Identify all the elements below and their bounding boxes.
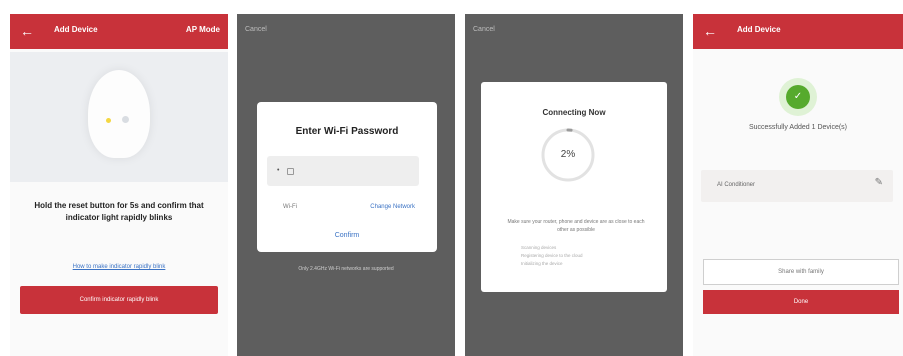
password-value: •: [277, 167, 280, 174]
arrow-left-icon[interactable]: ←: [20, 22, 34, 40]
page-title: Add Device: [737, 25, 781, 34]
card-title: Connecting Now: [542, 108, 606, 117]
screen-added-success: ← Add Device ✓ Successfully Added 1 Devi…: [693, 14, 903, 356]
success-badge: ✓: [779, 78, 817, 116]
device-image: [88, 70, 150, 158]
step-list: Scanning devices Registering device to t…: [521, 244, 651, 268]
confirm-button[interactable]: Confirm: [257, 232, 437, 239]
progress-percent: 2%: [560, 149, 576, 160]
change-network-link[interactable]: Change Network: [370, 204, 415, 210]
mode-switch-link[interactable]: AP Mode: [186, 25, 220, 34]
screen-wifi-password: Cancel Enter Wi-Fi Password • Wi-Fi Chan…: [237, 14, 455, 356]
dialog-title: Enter Wi-Fi Password: [295, 126, 399, 137]
screen-connecting: Cancel Connecting Now 2% Make sure your …: [465, 14, 683, 356]
lock-icon: [287, 168, 294, 175]
page-title: Add Device: [54, 25, 98, 34]
pencil-icon[interactable]: ✎: [875, 177, 883, 188]
instruction-text: Hold the reset button for 5s and confirm…: [34, 201, 204, 222]
footer-note: Only 2.4GHz Wi-Fi networks are supported: [298, 266, 394, 272]
device-name: AI Conditioner: [717, 182, 756, 188]
screen-add-device-ap-mode: ← Add Device AP Mode Hold the reset butt…: [10, 14, 228, 356]
wifi-password-dialog: Enter Wi-Fi Password • Wi-Fi Change Netw…: [257, 102, 437, 252]
device-illustration: [10, 52, 228, 182]
reset-button-icon: [122, 116, 129, 123]
share-family-button[interactable]: Share with family: [703, 259, 899, 285]
done-button[interactable]: Done: [703, 290, 899, 314]
arrow-left-icon[interactable]: ←: [703, 22, 717, 40]
step-item: Initializing the device: [521, 261, 563, 266]
device-row[interactable]: AI Conditioner ✎: [701, 170, 893, 202]
success-message: Successfully Added 1 Device(s): [748, 124, 848, 131]
confirm-blink-button[interactable]: Confirm indicator rapidly blink: [20, 286, 218, 314]
cancel-link[interactable]: Cancel: [473, 26, 495, 33]
app-bar: ← Add Device AP Mode: [10, 14, 228, 49]
connection-hint: Make sure your router, phone and device …: [507, 219, 645, 233]
cancel-link[interactable]: Cancel: [245, 26, 267, 33]
password-field[interactable]: •: [267, 156, 419, 186]
check-icon: ✓: [786, 85, 810, 109]
indicator-light-icon: [106, 118, 111, 123]
step-item: Scanning devices: [521, 245, 557, 250]
wifi-label: Wi-Fi: [283, 204, 297, 210]
help-link[interactable]: How to make indicator rapidly blink: [10, 264, 228, 270]
step-item: Registering device to the cloud: [521, 253, 583, 258]
connecting-card: Connecting Now 2% Make sure your router,…: [481, 82, 667, 292]
app-bar: ← Add Device: [693, 14, 903, 49]
